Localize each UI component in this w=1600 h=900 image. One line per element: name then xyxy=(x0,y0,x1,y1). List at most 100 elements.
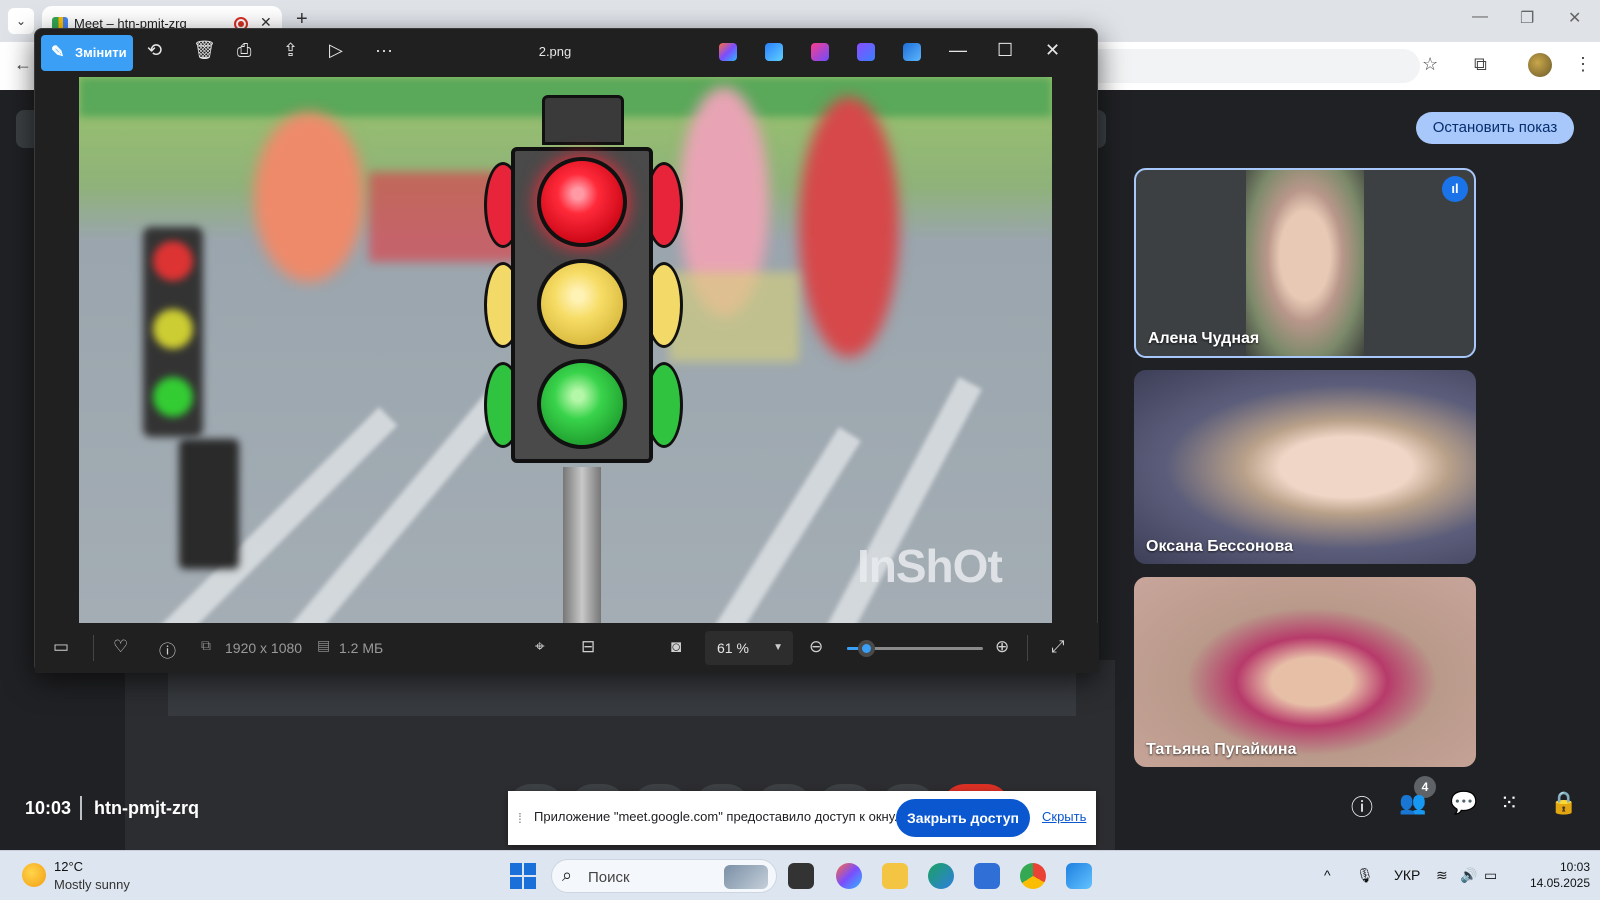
back-arrow-icon[interactable]: ← xyxy=(14,54,32,75)
slideshow-icon[interactable]: ▷ xyxy=(329,40,343,61)
traffic-light-cap xyxy=(542,95,624,145)
participant-name: Татьяна Пугайкина xyxy=(1146,741,1297,758)
store-icon[interactable] xyxy=(974,863,1000,889)
zoom-out-icon[interactable]: ⊖ xyxy=(809,637,823,657)
dimensions-icon: ⧉ xyxy=(201,637,211,653)
onedrive-icon[interactable] xyxy=(903,43,921,61)
file-name-title: 2.png xyxy=(538,44,572,59)
zoom-level-dropdown[interactable]: 61 % ▼ xyxy=(705,631,793,665)
blurred-fox-figure xyxy=(254,112,364,282)
delete-trash-icon[interactable]: 🗑 xyxy=(193,40,216,61)
volume-icon[interactable]: 🔊 xyxy=(1460,867,1477,884)
browser-menu-icon[interactable]: ⋮ xyxy=(1574,54,1592,75)
weather-condition: Mostly sunny xyxy=(54,877,130,892)
print-icon[interactable]: ⎙ xyxy=(237,40,251,61)
photos-icon[interactable] xyxy=(1066,863,1092,889)
zoom-slider[interactable] xyxy=(847,640,983,657)
visual-search-icon[interactable]: ⌖ xyxy=(535,637,545,657)
participant-name: Алена Чудная xyxy=(1148,330,1260,347)
fullscreen-icon[interactable]: ⤢ xyxy=(1051,637,1065,657)
chat-icon[interactable]: 💬 xyxy=(1450,790,1477,816)
viewer-maximize-icon[interactable]: ☐ xyxy=(997,40,1013,61)
start-button[interactable] xyxy=(510,863,536,889)
edit-image-icon: ✎ xyxy=(51,44,65,61)
participant-video xyxy=(1246,170,1364,356)
screen-share-notice: ⁞ Приложение "meet.google.com" предостав… xyxy=(508,791,1096,845)
search-placeholder: Поиск xyxy=(588,869,630,886)
tab-search-chevron-icon[interactable]: ⌄ xyxy=(8,8,34,34)
browser-minimize-icon[interactable]: — xyxy=(1472,8,1488,26)
speaking-indicator-icon: ıl xyxy=(1442,176,1468,202)
scan-text-icon[interactable]: ⊟ xyxy=(581,637,595,657)
drag-handle-icon[interactable]: ⁞ xyxy=(518,810,522,826)
battery-icon[interactable]: ▭ xyxy=(1484,867,1497,884)
browser-restore-icon[interactable]: ❐ xyxy=(1520,8,1534,28)
paint-icon[interactable] xyxy=(765,43,783,61)
zoom-level-value: 61 % xyxy=(717,640,749,656)
participant-tile[interactable]: Татьяна Пугайкина xyxy=(1134,577,1476,767)
file-size-icon: ▤ xyxy=(317,637,331,653)
viewer-close-icon[interactable]: ✕ xyxy=(1045,40,1060,61)
profile-avatar[interactable] xyxy=(1528,53,1552,77)
wifi-icon[interactable]: ≋ xyxy=(1436,867,1448,884)
red-lamp xyxy=(537,157,627,247)
favorite-heart-icon[interactable]: ♡ xyxy=(113,637,128,657)
clock-time: 10:03 xyxy=(1559,860,1590,874)
filmstrip-icon[interactable]: ▭ xyxy=(53,637,69,657)
microphone-icon[interactable]: 🎙 xyxy=(1356,867,1374,884)
copilot-taskbar-icon[interactable] xyxy=(836,863,862,889)
zoom-in-icon[interactable]: ⊕ xyxy=(995,637,1009,657)
tray-chevron-up-icon[interactable]: ^ xyxy=(1324,867,1331,883)
task-view-icon[interactable] xyxy=(788,863,814,889)
more-dots-icon[interactable]: ··· xyxy=(375,40,393,61)
extensions-puzzle-icon[interactable]: ⧉ xyxy=(1474,54,1487,75)
bookmark-star-icon[interactable]: ☆ xyxy=(1422,54,1438,75)
copilot-icon[interactable] xyxy=(719,43,737,61)
traffic-light-pole xyxy=(563,467,601,623)
share-icon[interactable]: ⇪ xyxy=(283,40,298,61)
photo-viewer-window: ✎ Змінити ⟲ 🗑 ⎙ ⇪ ▷ ··· 2.png — ☐ ✕ InSh… xyxy=(34,28,1099,673)
file-explorer-icon[interactable] xyxy=(882,863,908,889)
yellow-lamp xyxy=(537,259,627,349)
search-icon: ⌕ xyxy=(562,865,573,885)
edge-icon[interactable] xyxy=(928,863,954,889)
people-icon[interactable]: 👥 xyxy=(1399,790,1426,816)
chrome-icon[interactable] xyxy=(1020,863,1046,889)
meeting-time: 10:03 xyxy=(25,798,72,818)
viewer-minimize-icon[interactable]: — xyxy=(949,40,967,61)
search-highlight-image xyxy=(724,865,768,889)
stop-presenting-button[interactable]: Остановить показ xyxy=(1416,112,1574,144)
zoom-slider-thumb[interactable] xyxy=(858,640,876,657)
hide-notice-link[interactable]: Скрыть xyxy=(1042,809,1086,824)
participant-tile[interactable]: Оксана Бессонова xyxy=(1134,370,1476,564)
weather-temperature: 12°C xyxy=(54,859,84,874)
stop-sharing-button[interactable]: Закрыть доступ xyxy=(896,799,1030,837)
input-language[interactable]: УКР xyxy=(1394,867,1420,883)
meeting-info-icon[interactable]: ⓘ xyxy=(1351,790,1373,822)
file-info-icon[interactable]: ⓘ xyxy=(159,637,176,662)
browser-close-icon[interactable]: ✕ xyxy=(1568,8,1581,28)
edit-button[interactable]: ✎ Змінити xyxy=(41,35,133,71)
chevron-down-icon: ▼ xyxy=(773,642,783,653)
taskbar-clock[interactable]: 10:03 14.05.2025 xyxy=(1500,859,1590,891)
designer-icon[interactable] xyxy=(811,43,829,61)
rotate-icon[interactable]: ⟲ xyxy=(147,40,162,61)
footer-divider xyxy=(1027,635,1028,661)
host-controls-lock-icon[interactable]: 🔒 xyxy=(1550,790,1577,816)
clipchamp-icon[interactable] xyxy=(857,43,875,61)
share-notice-message: Приложение "meet.google.com" предоставил… xyxy=(534,809,898,824)
windows-taskbar: 12°C Mostly sunny ⌕ Поиск ^ 🎙 УКР ≋ 🔊 ▭ … xyxy=(0,850,1600,900)
participant-tile[interactable]: ıl Алена Чудная xyxy=(1134,168,1476,358)
activities-grid-icon[interactable]: ⁙ xyxy=(1500,790,1518,816)
blurred-boy-figure xyxy=(799,97,899,357)
weather-icon[interactable] xyxy=(22,863,46,887)
actual-size-icon[interactable]: ◙ xyxy=(671,637,681,657)
blurred-pedestrian-light xyxy=(179,439,239,569)
footer-divider xyxy=(93,635,94,661)
viewer-toolbar: ✎ Змінити ⟲ 🗑 ⎙ ⇪ ▷ ··· 2.png — ☐ ✕ xyxy=(35,29,1099,77)
viewer-footer: ▭ ♡ ⓘ ⧉ 1920 x 1080 ▤ 1.2 МБ ⌖ ⊟ ◙ 61 % … xyxy=(35,623,1099,673)
inshot-watermark: InShOt xyxy=(857,540,1003,592)
taskbar-search[interactable]: ⌕ Поиск xyxy=(551,859,777,893)
green-lamp xyxy=(537,359,627,449)
blurred-traffic-light xyxy=(143,227,203,437)
